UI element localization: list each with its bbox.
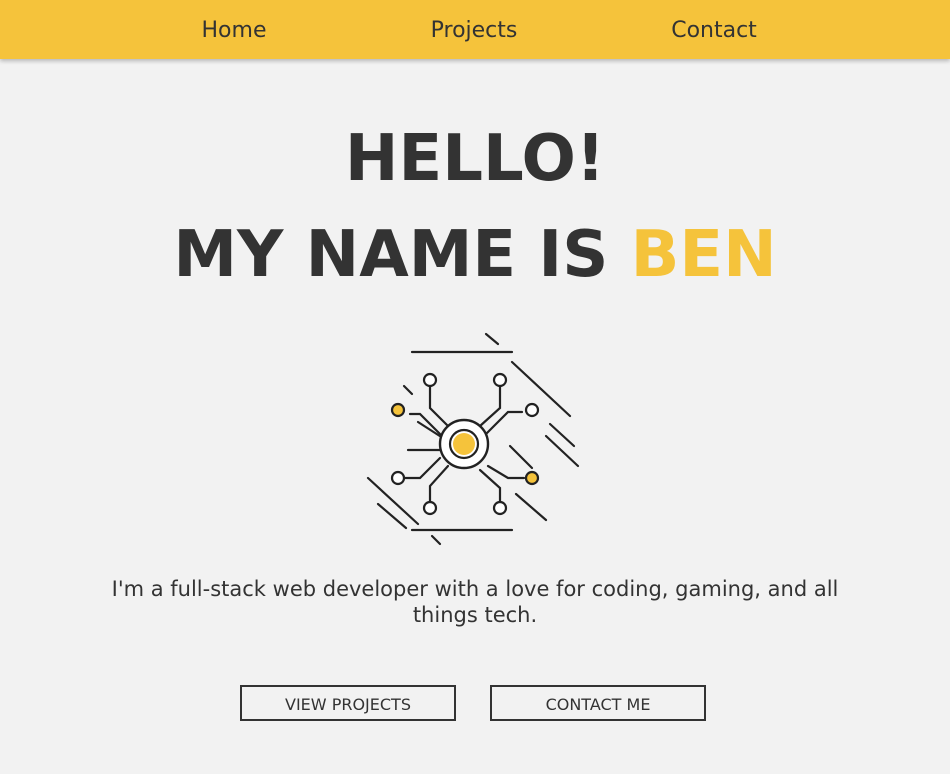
hero-intro-prefix: MY NAME IS [173,218,609,292]
nav-link-home[interactable]: Home [202,0,267,59]
nav-link-projects[interactable]: Projects [431,0,518,59]
top-navbar: Home Projects Contact [0,0,950,59]
hero-name: BEN [630,218,777,292]
hero-tagline: I'm a full-stack web developer with a lo… [111,577,839,627]
hero-intro: MY NAME IS BEN [0,218,950,292]
nav-link-contact[interactable]: Contact [671,0,757,59]
hero-greeting: HELLO! [344,122,606,196]
view-projects-button[interactable]: VIEW PROJECTS [240,685,456,721]
circuit-chip-icon [366,332,580,546]
contact-me-button[interactable]: CONTACT ME [490,685,706,721]
